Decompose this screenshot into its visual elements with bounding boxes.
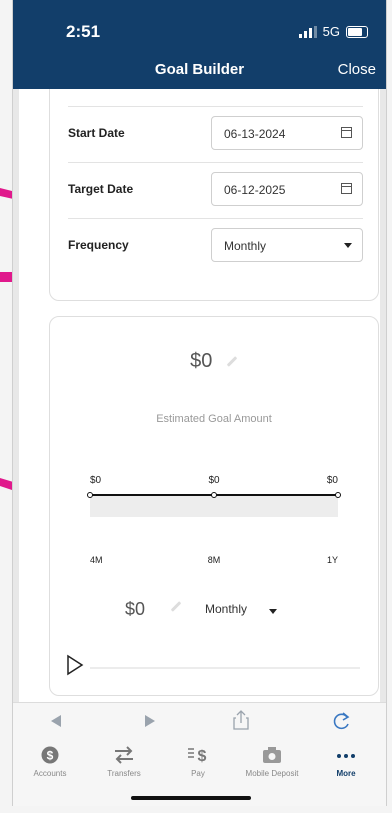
contribution-frequency[interactable]: Monthly [205,602,247,616]
forward-arrow-icon[interactable] [143,714,157,728]
target-date-field[interactable]: 06-12-2025 [211,172,363,206]
network-label: 5G [322,24,340,39]
form-row-target-date: Target Date 06-12-2025 [68,162,363,219]
play-icon[interactable] [66,654,84,676]
tab-label: Accounts [33,769,67,778]
goal-builder-content[interactable]: Start Date 06-13-2024 Target Date 06-12-… [13,89,386,702]
browser-toolbar [13,702,386,739]
data-point [87,492,93,498]
status-time: 2:51 [66,22,101,41]
start-date-value: 06-13-2024 [224,127,286,141]
pencil-icon[interactable] [170,601,182,612]
dollar-circle-icon: $ [41,746,59,764]
svg-text:$: $ [47,749,54,763]
tab-accounts[interactable]: $ Accounts [13,746,87,778]
tab-mobile-deposit[interactable]: Mobile Deposit [235,746,309,778]
contribution-row: $0 Monthly [50,599,378,629]
data-point [211,492,217,498]
frequency-label: Frequency [68,238,129,252]
goal-form-card: Start Date 06-13-2024 Target Date 06-12-… [49,89,379,301]
svg-text:$: $ [198,748,207,764]
tab-label: Pay [191,769,205,778]
x-tick-label: 1Y [327,555,338,565]
app-header: 2:51 5G Goal Builder Close [13,0,386,89]
back-arrow-icon[interactable] [49,714,63,728]
home-indicator [131,796,251,800]
frequency-select[interactable]: Monthly [211,228,363,262]
status-indicators: 5G [298,24,368,39]
more-dots-icon [337,754,355,758]
x-tick-label: 4M [90,555,103,565]
arrows-transfer-icon [115,746,133,764]
chevron-down-icon[interactable] [269,609,277,614]
frequency-value: Monthly [224,239,267,253]
tab-label: Transfers [107,769,141,778]
tab-more[interactable]: More [309,746,383,778]
tab-transfers[interactable]: Transfers [87,746,161,778]
share-icon[interactable] [233,710,249,730]
calendar-icon[interactable] [341,183,352,194]
form-row-frequency: Frequency Monthly [68,218,363,274]
refresh-icon[interactable] [333,711,351,731]
data-label: $0 [327,475,339,486]
pay-icon: $ [188,748,207,764]
data-point [335,492,341,498]
start-date-label: Start Date [68,126,125,140]
goal-caption: Estimated Goal Amount [156,413,272,425]
start-date-field[interactable]: 06-13-2024 [211,116,363,150]
goal-amount-value: $0 [190,350,213,372]
page-title: Goal Builder [154,61,245,78]
goal-projection-chart: $0 4M $0 8M $0 1Y [87,475,341,565]
goal-amount[interactable]: $0 [50,350,378,373]
target-date-value: 06-12-2025 [224,183,286,197]
battery-icon [346,25,368,38]
tab-label: Mobile Deposit [245,769,299,778]
pencil-icon[interactable] [226,356,238,368]
target-date-label: Target Date [68,182,134,196]
timeline-track[interactable] [90,667,360,669]
chevron-down-icon [344,243,352,248]
goal-estimate-card: $0 Estimated Goal Amount $0 4M $0 8M $0 1Y $0… [49,316,379,696]
data-label: $0 [208,475,220,486]
tab-pay[interactable]: $ Pay [161,746,235,778]
tab-label: More [336,769,356,778]
form-row-previous [68,89,363,107]
close-button[interactable]: Close [338,61,376,78]
phone-screen: 2:51 5G Goal Builder Close Start Date 06… [12,0,387,806]
signal-icon [298,25,317,38]
data-label: $0 [90,475,102,486]
contribution-amount[interactable]: $0 [125,599,145,620]
calendar-icon[interactable] [341,127,352,138]
chart-area-band [90,495,338,517]
form-row-start-date: Start Date 06-13-2024 [68,106,363,163]
x-tick-label: 8M [208,555,221,565]
camera-icon [263,747,281,763]
